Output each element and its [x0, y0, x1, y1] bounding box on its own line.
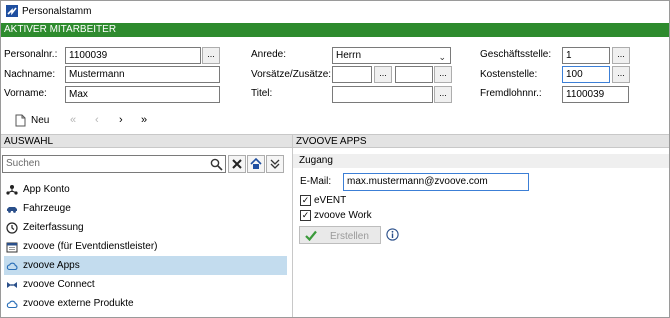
- zugang-section-title: Zugang: [293, 154, 669, 168]
- double-chevron-down-icon: [270, 159, 280, 169]
- app-logo-icon: [6, 5, 18, 17]
- zvoove-work-checkbox[interactable]: ✓: [300, 210, 311, 221]
- anrede-value: Herrn: [336, 50, 362, 61]
- window-title: Personalstamm: [22, 6, 92, 17]
- next-record-button[interactable]: ›: [119, 114, 123, 126]
- clear-search-button[interactable]: [228, 155, 246, 173]
- zusaetze-field[interactable]: [395, 66, 433, 83]
- titel-label: Titel:: [251, 88, 273, 99]
- vorname-label: Vorname:: [4, 88, 47, 99]
- list-item-label: Zeiterfassung: [23, 222, 84, 233]
- zusaetze-lookup-button[interactable]: ...: [434, 66, 452, 83]
- list-item-externe-produkte[interactable]: zvoove externe Produkte: [4, 294, 287, 313]
- list-item-label: Fahrzeuge: [23, 203, 71, 214]
- app-konto-icon: [6, 185, 18, 195]
- car-icon: [7, 207, 17, 213]
- info-icon[interactable]: [386, 228, 399, 241]
- auswahl-header: AUSWAHL: [1, 134, 292, 148]
- fremdlohnnr-field[interactable]: 1100039: [562, 86, 629, 103]
- kostenstelle-label: Kostenstelle:: [480, 69, 538, 80]
- list-item-label: zvoove externe Produkte: [23, 298, 134, 309]
- home-button[interactable]: [247, 155, 265, 173]
- calendar-icon: [6, 242, 18, 253]
- connect-icon: [7, 282, 17, 288]
- new-document-icon: [15, 114, 26, 127]
- checkmark-icon: [305, 230, 317, 241]
- first-record-button[interactable]: «: [70, 114, 76, 126]
- search-placeholder: Suchen: [6, 158, 40, 169]
- cloud-icon: [6, 300, 18, 309]
- personalnr-label: Personalnr.:: [4, 49, 58, 60]
- list-item-zeiterfassung[interactable]: Zeiterfassung: [4, 218, 287, 237]
- titlebar: [1, 1, 669, 23]
- kostenstelle-lookup-button[interactable]: ...: [612, 66, 630, 83]
- list-item-label: zvoove Apps: [23, 260, 80, 271]
- personalnr-field[interactable]: 1100039: [65, 47, 201, 64]
- new-button[interactable]: Neu: [15, 113, 55, 129]
- vorsaetze-label: Vorsätze/Zusätze:: [251, 69, 332, 80]
- list-item-label: App Konto: [23, 184, 70, 195]
- titel-lookup-button[interactable]: ...: [434, 86, 452, 103]
- titel-field[interactable]: [332, 86, 433, 103]
- home-icon: [250, 157, 262, 169]
- list-item-eventdienstleister[interactable]: zvoove (für Eventdienstleister): [4, 237, 287, 256]
- nachname-label: Nachname:: [4, 69, 56, 80]
- clock-icon: [6, 222, 18, 234]
- new-button-label: Neu: [31, 115, 50, 126]
- nachname-field[interactable]: Mustermann: [65, 66, 220, 83]
- search-input[interactable]: Suchen: [2, 155, 226, 173]
- cloud-icon: [6, 262, 18, 271]
- search-icon[interactable]: [210, 158, 223, 171]
- geschaeftsstelle-lookup-button[interactable]: ...: [612, 47, 630, 64]
- anrede-label: Anrede:: [251, 49, 287, 60]
- email-field[interactable]: max.mustermann@zvoove.com: [343, 173, 529, 191]
- vorname-field[interactable]: Max: [65, 86, 220, 103]
- collapse-button[interactable]: [266, 155, 284, 173]
- fremdlohnnr-label: Fremdlohnnr.:: [480, 88, 542, 99]
- chevron-down-icon: ⌄: [438, 52, 446, 62]
- create-button-label: Erstellen: [330, 231, 369, 242]
- vorsaetze-lookup-button[interactable]: ...: [374, 66, 392, 83]
- list-item-zvoove-apps[interactable]: zvoove Apps: [4, 256, 287, 275]
- kostenstelle-field[interactable]: 100: [562, 66, 610, 83]
- close-icon: [232, 159, 242, 169]
- last-record-button[interactable]: »: [141, 114, 147, 126]
- event-label: eVENT: [314, 195, 347, 206]
- status-banner: AKTIVER MITARBEITER: [1, 23, 669, 37]
- personalnr-lookup-button[interactable]: ...: [202, 47, 220, 64]
- zvoove-apps-header: ZVOOVE APPS: [293, 134, 669, 148]
- list-item-fahrzeuge[interactable]: Fahrzeuge: [4, 199, 287, 218]
- list-item-zvoove-connect[interactable]: zvoove Connect: [4, 275, 287, 294]
- list-item-app-konto[interactable]: App Konto: [4, 180, 287, 199]
- geschaeftsstelle-label: Geschäftsstelle:: [480, 49, 552, 60]
- list-item-label: zvoove (für Eventdienstleister): [23, 241, 158, 252]
- email-label: E-Mail:: [300, 176, 332, 187]
- previous-record-button[interactable]: ‹: [95, 114, 99, 126]
- vorsaetze-field[interactable]: [332, 66, 372, 83]
- list-item-label: zvoove Connect: [23, 279, 95, 290]
- geschaeftsstelle-field[interactable]: 1: [562, 47, 610, 64]
- event-checkbox[interactable]: ✓: [300, 195, 311, 206]
- anrede-select[interactable]: Herrn ⌄: [332, 47, 451, 64]
- create-button[interactable]: Erstellen: [299, 226, 381, 244]
- zvoove-work-label: zvoove Work: [314, 210, 372, 221]
